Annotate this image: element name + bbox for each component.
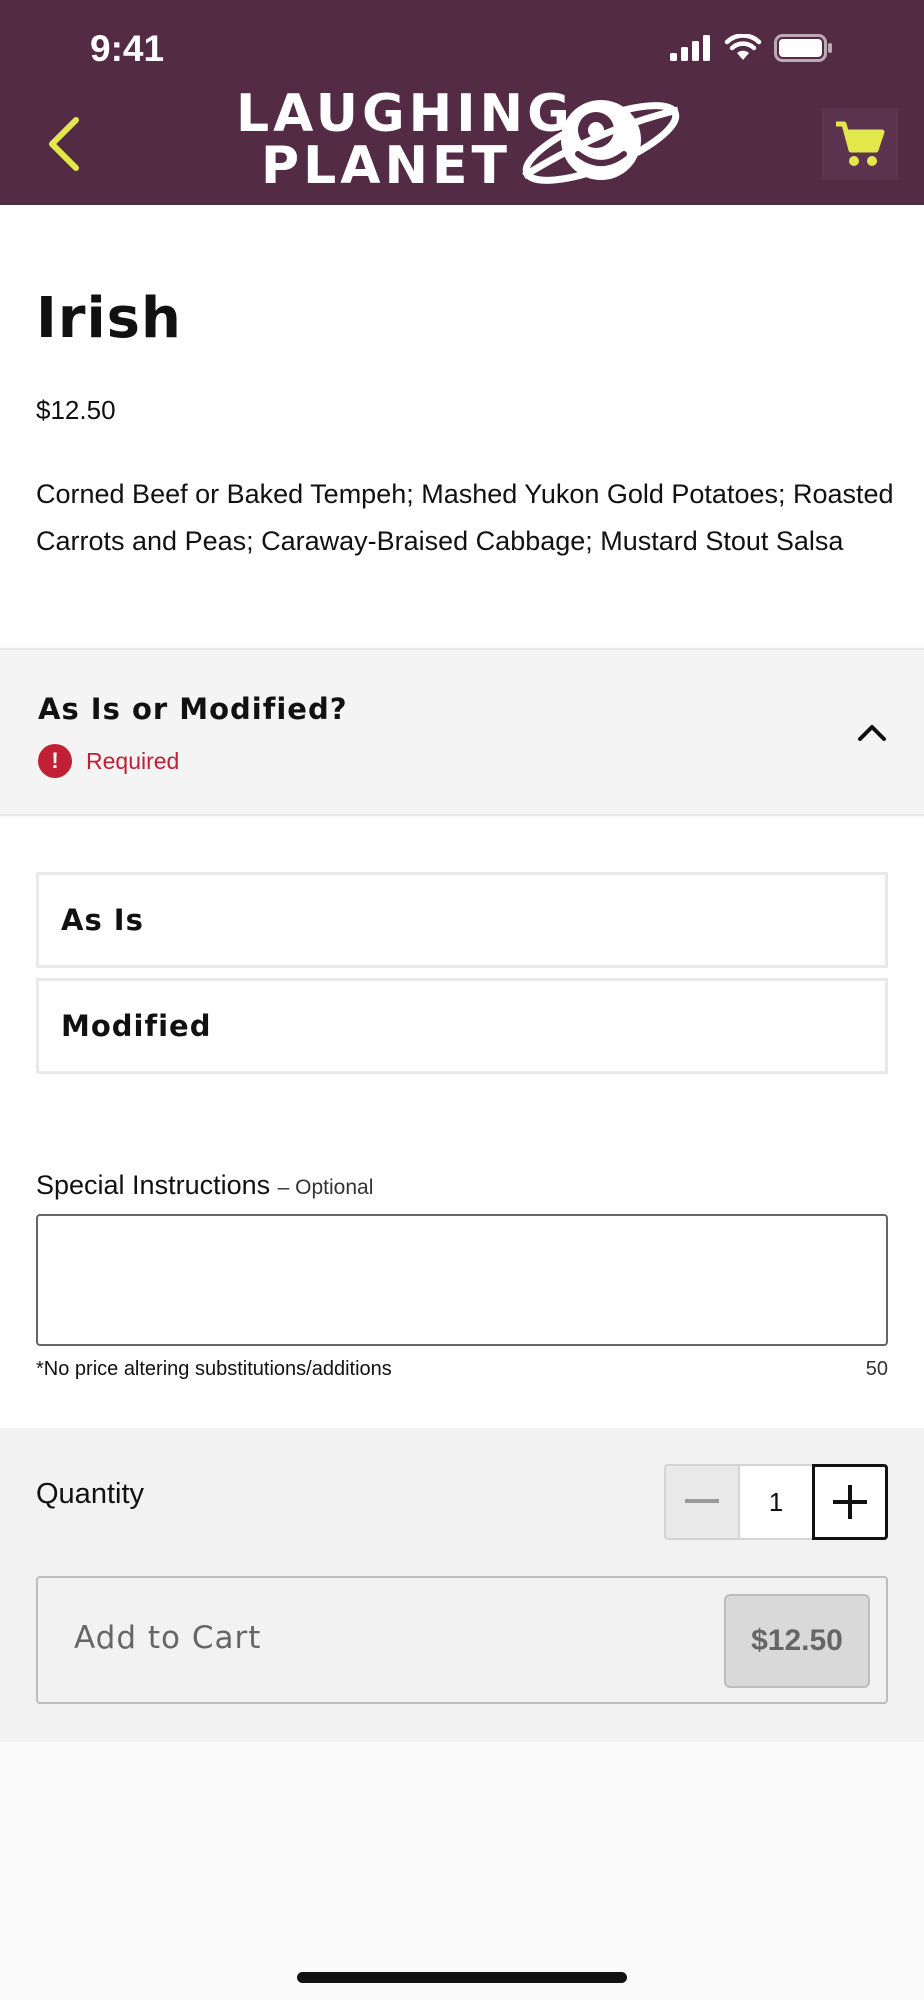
modifier-options-area: As Is Modified Special Instructions – Op… xyxy=(0,818,924,1428)
order-footer: Quantity 1 Add to Cart $12.50 xyxy=(0,1428,924,1742)
battery-icon xyxy=(774,34,832,62)
quantity-label: Quantity xyxy=(36,1478,144,1510)
special-instructions-input[interactable] xyxy=(36,1214,888,1346)
status-time: 9:41 xyxy=(90,28,165,69)
home-indicator xyxy=(297,1972,627,1983)
add-to-cart-button[interactable]: Add to Cart $12.50 xyxy=(36,1576,888,1704)
quantity-increment-button[interactable] xyxy=(812,1464,888,1540)
status-icons xyxy=(670,34,834,62)
option-modified[interactable]: Modified xyxy=(36,978,888,1074)
special-instructions-label: Special Instructions – Optional xyxy=(36,1170,373,1201)
item-details: Irish $12.50 Corned Beef or Baked Tempeh… xyxy=(0,205,924,645)
optional-label: – Optional xyxy=(277,1176,374,1199)
item-price: $12.50 xyxy=(36,395,116,425)
logo-line-2: PLANET xyxy=(260,136,511,196)
special-instructions-title: Special Instructions xyxy=(36,1170,271,1200)
item-title: Irish xyxy=(36,286,182,351)
planet-icon xyxy=(522,100,680,184)
laughing-planet-logo: LAUGHING PLANET xyxy=(236,88,686,198)
chevron-up-icon[interactable] xyxy=(852,714,892,750)
modifier-group-header[interactable]: As Is or Modified? ! Required xyxy=(0,648,924,816)
quantity-stepper: 1 xyxy=(664,1464,888,1540)
app-header: 9:41 LAUGHING PLANET xyxy=(0,0,924,205)
cart-icon xyxy=(836,121,885,166)
chevron-left-icon xyxy=(49,117,79,171)
character-count: 50 xyxy=(865,1358,888,1380)
back-button[interactable] xyxy=(40,110,90,180)
required-label: Required xyxy=(86,747,180,774)
plus-icon xyxy=(833,1485,867,1519)
item-description: Corned Beef or Baked Tempeh; Mashed Yuko… xyxy=(36,479,894,556)
add-to-cart-label: Add to Cart xyxy=(74,1620,262,1656)
cart-button[interactable] xyxy=(822,108,898,180)
modifier-group-title: As Is or Modified? xyxy=(38,692,348,726)
add-to-cart-price: $12.50 xyxy=(724,1594,870,1688)
required-indicator: ! Required xyxy=(38,744,179,778)
logo-line-1: LAUGHING xyxy=(236,84,574,144)
quantity-value: 1 xyxy=(740,1464,812,1540)
minus-icon xyxy=(685,1499,719,1503)
alert-icon: ! xyxy=(38,744,72,778)
wifi-icon xyxy=(724,34,762,60)
quantity-decrement-button[interactable] xyxy=(664,1464,740,1540)
substitution-note: *No price altering substitutions/additio… xyxy=(36,1358,392,1380)
signal-icon xyxy=(670,35,710,61)
option-as-is[interactable]: As Is xyxy=(36,872,888,968)
